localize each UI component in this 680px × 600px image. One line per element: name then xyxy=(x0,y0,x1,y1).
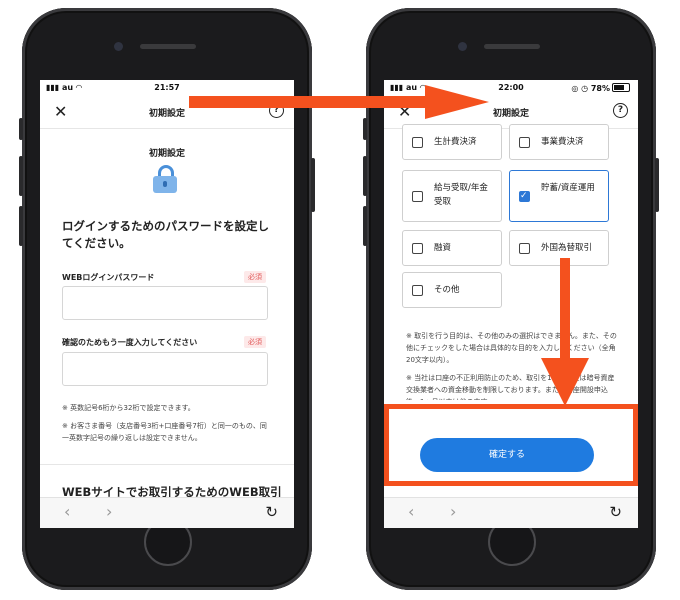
volume-up-button xyxy=(19,156,23,196)
annotation-highlight-frame xyxy=(384,404,638,486)
checkbox[interactable] xyxy=(412,191,423,202)
front-camera xyxy=(458,42,467,51)
checkbox[interactable] xyxy=(519,137,530,148)
mute-switch xyxy=(19,118,23,140)
required-badge: 必須 xyxy=(244,271,266,283)
checkbox[interactable] xyxy=(412,243,423,254)
reload-icon[interactable]: ↻ xyxy=(609,503,622,521)
forward-icon[interactable]: › xyxy=(450,502,456,521)
required-badge: 必須 xyxy=(244,336,266,348)
option-loan[interactable]: 融資 xyxy=(402,230,502,266)
browser-toolbar: ‹ › ↻ xyxy=(384,497,638,528)
back-icon[interactable]: ‹ xyxy=(64,502,70,521)
battery-status: ◎ ◷ 78% xyxy=(571,83,630,93)
divider xyxy=(40,464,294,465)
lock-icon xyxy=(153,165,177,193)
confirm-password-label: 確認のためもう一度入力してください xyxy=(62,338,198,347)
earpiece-speaker xyxy=(140,44,196,49)
power-button xyxy=(311,158,315,212)
option-other[interactable]: その他 xyxy=(402,272,502,308)
password-input[interactable] xyxy=(62,286,268,320)
option-savings-investment[interactable]: 貯蓄/資産運用 xyxy=(509,170,609,222)
page-heading: ログインするためのパスワードを設定してください。 xyxy=(62,219,269,250)
confirm-password-input[interactable] xyxy=(62,352,268,386)
annotation-arrow-down-icon xyxy=(541,258,589,406)
browser-toolbar: ‹ › ↻ xyxy=(40,497,294,528)
annotation-arrow-right-icon xyxy=(189,85,489,119)
volume-down-button xyxy=(363,206,367,246)
earpiece-speaker xyxy=(484,44,540,49)
forward-icon[interactable]: › xyxy=(106,502,112,521)
reload-icon[interactable]: ↻ xyxy=(265,503,278,521)
option-business-expenses[interactable]: 事業費決済 xyxy=(509,124,609,160)
note-password-rules: ※ お客さま番号（支店番号3桁+口座番号7桁）と同一のもの、同一英数字記号の繰り… xyxy=(62,422,267,442)
note-password-length: ※ 英数記号6桁から32桁で設定できます。 xyxy=(62,404,195,412)
battery-icon xyxy=(612,83,630,92)
checkbox[interactable] xyxy=(412,285,423,296)
power-button xyxy=(655,158,659,212)
checkbox-checked[interactable] xyxy=(519,189,530,203)
checkbox[interactable] xyxy=(519,243,530,254)
password-label: WEBログインパスワード xyxy=(62,273,155,282)
help-icon[interactable]: ? xyxy=(613,103,628,118)
back-icon[interactable]: ‹ xyxy=(408,502,414,521)
alarm-icon: ◎ ◷ xyxy=(571,84,591,93)
volume-up-button xyxy=(363,156,367,196)
option-salary-pension[interactable]: 給与受取/年金受取 xyxy=(402,170,502,222)
front-camera xyxy=(114,42,123,51)
volume-down-button xyxy=(19,206,23,246)
